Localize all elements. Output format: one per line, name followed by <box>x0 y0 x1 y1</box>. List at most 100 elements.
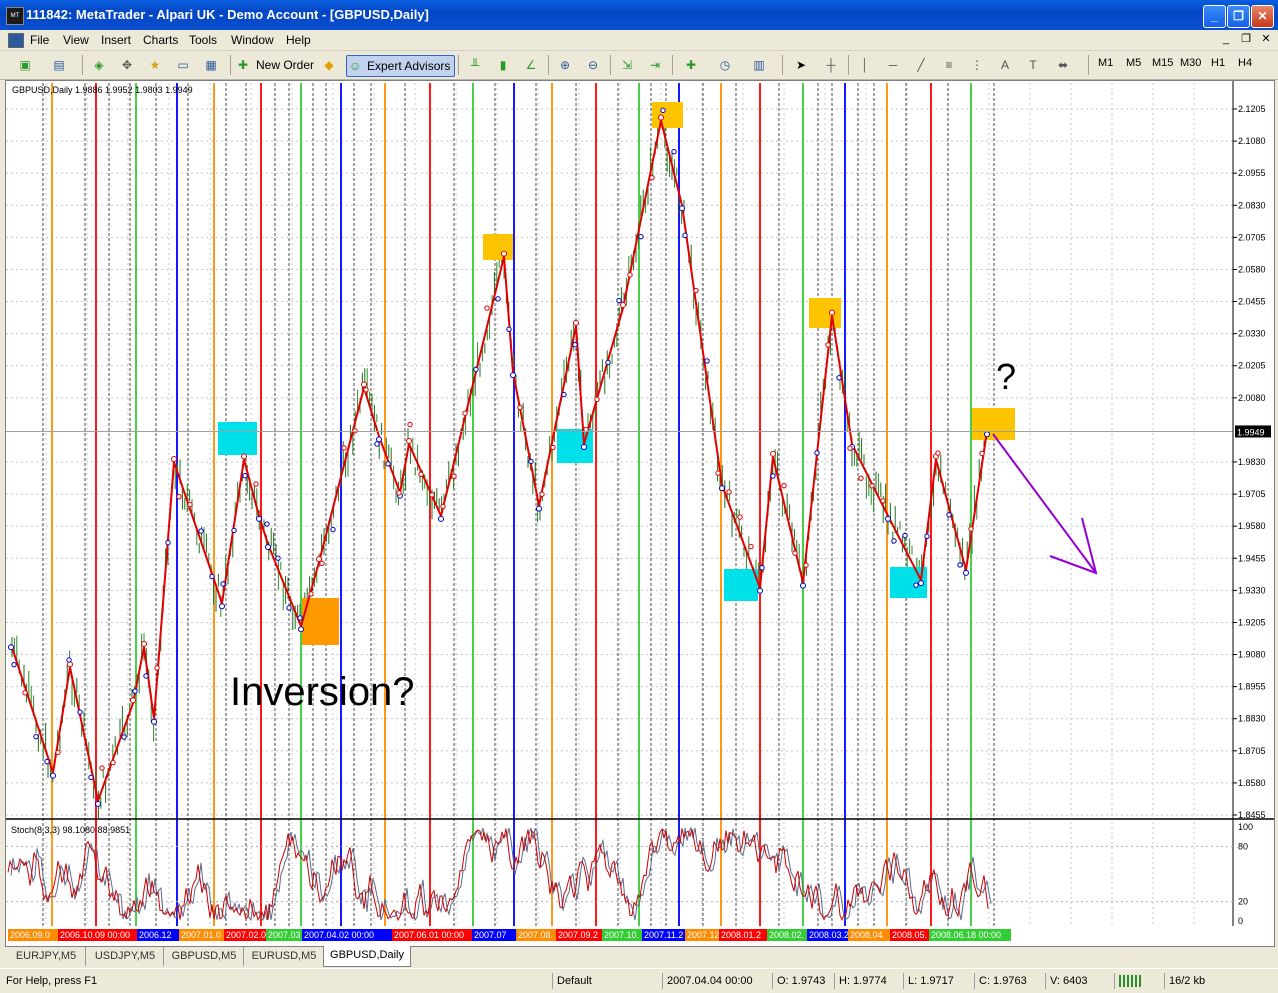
timeframe-m1[interactable]: M1 <box>1098 57 1113 69</box>
price-label: 1.9830 <box>1238 457 1266 467</box>
date-label: 2007.11.2 <box>644 930 683 940</box>
stoch-scale-label: 80 <box>1238 841 1248 851</box>
price-label: 2.0330 <box>1238 329 1266 339</box>
extreme-marker <box>918 580 924 587</box>
text-box-icon[interactable]: T <box>1022 55 1044 75</box>
date-label: 2008.06.18 00:00 <box>931 930 1001 940</box>
text-label-icon[interactable]: A <box>994 55 1016 75</box>
current-price-label: 1.9949 <box>1237 427 1265 437</box>
timeframe-h4[interactable]: H4 <box>1238 57 1252 69</box>
trendline-icon[interactable]: ╱ <box>910 55 932 75</box>
menu-help[interactable]: Help <box>286 33 311 47</box>
date-label: 2007.01.0 <box>181 930 221 940</box>
menu-charts[interactable]: Charts <box>143 33 178 47</box>
price-label: 1.8830 <box>1238 714 1266 724</box>
new-chart-icon[interactable]: ▣ <box>14 55 36 75</box>
tab-eurusd-m5[interactable]: EURUSD,M5 <box>245 947 324 966</box>
menu-window[interactable]: Window <box>231 33 274 47</box>
zoom-out-icon[interactable]: ⊖ <box>582 55 604 75</box>
meta-editor-icon[interactable]: ◆ <box>318 55 340 75</box>
status-volume: V: 6403 <box>1045 973 1102 989</box>
highlight-box <box>218 422 257 455</box>
price-label: 1.8955 <box>1238 682 1266 692</box>
extreme-marker <box>829 309 835 316</box>
crosshair-icon[interactable]: ┼ <box>820 55 842 75</box>
chart-shift-icon[interactable]: ⇥ <box>644 55 666 75</box>
fractal-marker <box>374 441 380 447</box>
market-watch-icon[interactable]: ◈ <box>88 55 110 75</box>
mdi-close-button[interactable]: ✕ <box>1258 32 1274 46</box>
chart-window-icon[interactable] <box>8 33 24 48</box>
data-window-icon[interactable]: ★ <box>144 55 166 75</box>
fractal-marker <box>649 174 655 181</box>
status-traffic: 16/2 kb <box>1164 973 1259 989</box>
extreme-marker <box>219 603 225 610</box>
line-chart-icon[interactable]: ∠ <box>520 55 542 75</box>
horizontal-line-icon[interactable]: ─ <box>882 55 904 75</box>
fractal-marker <box>220 581 226 587</box>
fractal-marker <box>847 445 853 451</box>
menu-view[interactable]: View <box>63 33 89 47</box>
menu-tools[interactable]: Tools <box>189 33 217 47</box>
timeframe-h1[interactable]: H1 <box>1211 57 1225 69</box>
price-chart[interactable]: 2.1205 2.1080 2.0955 2.0830 2.0705 2.0580 2.04… <box>6 81 1274 946</box>
menu-file[interactable]: File <box>30 33 49 47</box>
tab-eurjpy-m5[interactable]: EURJPY,M5 <box>7 947 86 966</box>
tab-gbpusd-daily[interactable]: GBPUSD,Daily <box>323 946 411 967</box>
stoch-scale-label: 0 <box>1238 916 1243 926</box>
highlight-boxes <box>218 102 1015 645</box>
status-bar: For Help, press F1 Default 2007.04.04 00… <box>0 968 1278 993</box>
extreme-marker <box>658 114 664 121</box>
indicators-icon[interactable]: ✚ <box>680 55 702 75</box>
price-label: 2.0830 <box>1238 200 1266 210</box>
bar-chart-icon[interactable]: ╨ <box>464 55 486 75</box>
expert-advisors-button[interactable]: ☺ Expert Advisors <box>346 55 456 77</box>
minimize-button[interactable]: _ <box>1203 5 1226 28</box>
timeframe-m5[interactable]: M5 <box>1126 57 1141 69</box>
maximize-button[interactable]: ❐ <box>1227 5 1250 28</box>
auto-scroll-icon[interactable]: ⇲ <box>616 55 638 75</box>
cursor-icon[interactable]: ➤ <box>790 55 812 75</box>
terminal-icon[interactable]: ▭ <box>172 55 194 75</box>
fractal-marker <box>44 758 50 765</box>
fractal-marker <box>363 387 369 393</box>
equidistant-channel-icon[interactable]: ≡ <box>938 55 960 75</box>
fibonacci-icon[interactable]: ⋮ <box>966 55 988 75</box>
fractal-marker <box>616 297 622 304</box>
price-label: 2.0205 <box>1238 361 1266 371</box>
inversion-annotation: Inversion? <box>230 670 415 714</box>
templates-icon[interactable]: ▥ <box>748 55 770 75</box>
profiles-icon[interactable]: ▤ <box>48 55 70 75</box>
fractal-marker <box>209 573 215 580</box>
date-label: 2006.09.0 <box>10 930 50 940</box>
zoom-in-icon[interactable]: ⊕ <box>554 55 576 75</box>
timeframe-m15[interactable]: M15 <box>1152 57 1173 69</box>
extreme-marker <box>536 505 542 512</box>
mdi-minimize-button[interactable]: _ <box>1218 32 1234 46</box>
fractal-marker <box>341 445 347 451</box>
fractal-marker <box>418 471 424 478</box>
extreme-marker <box>298 626 304 633</box>
fractal-marker <box>902 532 908 539</box>
arrows-icon[interactable]: ⬌ <box>1052 55 1074 75</box>
close-button[interactable]: ✕ <box>1251 5 1274 28</box>
periods-icon[interactable]: ◷ <box>714 55 736 75</box>
timeframe-m30[interactable]: M30 <box>1180 57 1201 69</box>
new-order-button[interactable]: ✚ New Order <box>236 55 318 75</box>
candlestick-icon[interactable]: ▮ <box>492 55 514 75</box>
fractal-marker <box>275 555 281 561</box>
menu-insert[interactable]: Insert <box>101 33 131 47</box>
mdi-restore-button[interactable]: ❐ <box>1238 32 1254 46</box>
status-open: O: 1.9743 <box>772 973 829 989</box>
vertical-line-icon[interactable]: │ <box>854 55 876 75</box>
navigator-icon[interactable]: ✥ <box>116 55 138 75</box>
fractal-marker <box>506 326 512 333</box>
price-label: 1.9080 <box>1238 650 1266 660</box>
price-label: 2.0705 <box>1238 232 1266 242</box>
tab-gbpusd-m5[interactable]: GBPUSD,M5 <box>165 947 244 966</box>
extreme-marker <box>406 438 412 445</box>
strategy-tester-icon[interactable]: ▦ <box>200 55 222 75</box>
tab-usdjpy-m5[interactable]: USDJPY,M5 <box>87 947 164 966</box>
chart-window[interactable]: 2.1205 2.1080 2.0955 2.0830 2.0705 2.0580 2.04… <box>5 80 1275 947</box>
date-label: 2007.04.02 00:00 <box>304 930 374 940</box>
